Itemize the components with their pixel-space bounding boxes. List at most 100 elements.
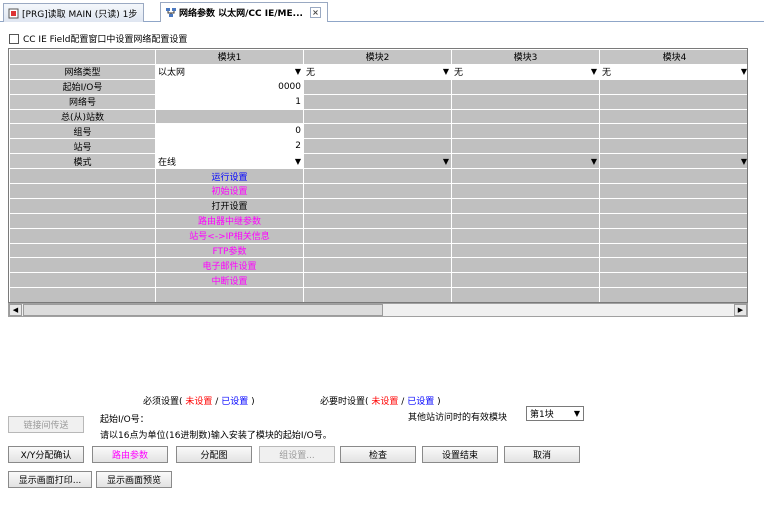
chevron-down-icon[interactable]: ▼ [741,157,747,166]
start-io-info-label: 起始I/O号： [100,415,149,425]
table-row: 打开设置 [9,197,747,214]
module2-network-no-cell [303,93,452,110]
interrupt-settings-link[interactable]: 中断设置 [155,272,304,289]
column-header-module4: 模块4 [599,49,747,65]
tab-network-params[interactable]: 网络参数 以太网/CC IE/ME... × [160,2,328,22]
row-label-group-no: 组号 [9,123,156,140]
email-settings-link[interactable]: 电子邮件设置 [155,257,304,274]
required-legend: 必须设置( 未设置 / 已设置 ) [143,394,255,407]
table-row: 网络类型 以太网 ▼ 无 ▼ 无 ▼ 无 ▼ [9,63,747,80]
preview-screen-button[interactable]: 显示画面预览 [96,471,172,488]
module4-network-type-value: 无 [602,68,612,79]
cancel-button[interactable]: 取消 [504,446,580,463]
router-relay-link[interactable]: 路由器中继参数 [155,212,304,229]
optional-legend: 必要时设置( 未设置 / 已设置 ) [320,394,441,407]
open-settings-link[interactable]: 打开设置 [155,197,304,214]
module2-mode-select[interactable]: ▼ [303,153,452,170]
scroll-left-icon[interactable]: ◀ [9,304,22,316]
module2-total-stations-cell [303,108,452,125]
tab-program-main[interactable]: [PRG]读取 MAIN (只读) 1步 [3,3,145,22]
row-label-mode: 模式 [9,153,156,170]
scrollbar-thumb[interactable] [23,304,383,316]
table-row: 运行设置 [9,168,747,185]
module1-station-no-input[interactable]: 2 [155,138,304,155]
module4-total-stations-cell [599,108,747,125]
module4-network-no-cell [599,93,747,110]
module2-group-no-cell [303,123,452,140]
module3-total-stations-cell [451,108,600,125]
module3-start-io-cell [451,78,600,95]
chevron-down-icon[interactable]: ▼ [591,157,597,166]
cc-ie-field-checkbox[interactable] [9,33,19,44]
module1-group-no-input[interactable]: 0 [155,123,304,140]
module2-start-io-cell [303,78,452,95]
row-label-network-type: 网络类型 [9,63,156,80]
chevron-down-icon[interactable]: ▼ [591,67,597,76]
initial-settings-link[interactable]: 初始设置 [155,183,304,199]
valid-module-value: 第1块 [530,410,554,420]
valid-module-select[interactable]: 第1块 ▼ [526,406,584,421]
assign-image-button[interactable]: 分配图 [176,446,252,463]
chevron-down-icon[interactable]: ▼ [295,157,301,166]
ftp-params-link[interactable]: FTP参数 [155,242,304,259]
row-label-station-no: 站号 [9,138,156,155]
module4-mode-select[interactable]: ▼ [599,153,747,170]
table-row: 起始I/O号 0000 [9,78,747,95]
operation-settings-link[interactable]: 运行设置 [155,168,304,185]
module3-network-type-select[interactable]: 无 ▼ [451,63,600,80]
module4-station-no-cell [599,138,747,155]
check-button[interactable]: 检查 [340,446,416,463]
grid-corner [9,49,156,65]
column-header-module3: 模块3 [451,49,600,65]
table-row: 站号<->IP相关信息 [9,227,747,244]
module1-network-type-select[interactable]: 以太网 ▼ [155,63,304,80]
tab-program-main-label: [PRG]读取 MAIN (只读) 1步 [22,9,138,20]
required-legend-sep: / [215,397,219,407]
optional-unset-label: 未设置 [371,397,399,407]
module1-total-stations-cell [155,108,304,125]
optional-legend-suffix: ) [437,397,441,407]
chevron-down-icon[interactable]: ▼ [295,67,301,76]
scroll-right-icon[interactable]: ▶ [734,304,747,316]
table-row: 模式 在线 ▼ ▼ ▼ ▼ [9,153,747,170]
tab-network-params-label: 网络参数 以太网/CC IE/ME... [179,9,303,19]
chevron-down-icon[interactable]: ▼ [443,67,449,76]
horizontal-scrollbar[interactable]: ◀ ▶ [8,303,748,317]
table-row: 网络号 1 [9,93,747,110]
module1-mode-select[interactable]: 在线 ▼ [155,153,304,170]
required-set-label: 已设置 [221,397,249,407]
module4-network-type-select[interactable]: 无 ▼ [599,63,747,80]
cc-ie-field-option[interactable]: CC IE Field配置窗口中设置网络配置设置 [9,32,187,45]
routing-params-button[interactable]: 路由参数 [92,446,168,463]
chevron-down-icon[interactable]: ▼ [741,67,747,76]
valid-module-label: 其他站访问时的有效模块 [408,413,508,423]
column-header-module1: 模块1 [155,49,304,65]
network-icon [165,7,176,18]
required-legend-suffix: ) [251,397,255,407]
module2-network-type-select[interactable]: 无 ▼ [303,63,452,80]
link-transfer-button[interactable]: 链接间传送 [8,416,84,433]
module1-start-io-input[interactable]: 0000 [155,78,304,95]
table-row: 总(从)站数 [9,108,747,125]
table-row: FTP参数 [9,242,747,259]
module3-station-no-cell [451,138,600,155]
setting-end-button[interactable]: 设置结束 [422,446,498,463]
module3-network-no-cell [451,93,600,110]
row-label-network-no: 网络号 [9,93,156,110]
module1-network-no-input[interactable]: 1 [155,93,304,110]
print-screen-button[interactable]: 显示画面打印... [8,471,92,488]
optional-legend-sep: / [401,397,405,407]
optional-set-label: 已设置 [407,397,435,407]
grid-header-row: 模块1 模块2 模块3 模块4 [9,49,747,65]
chevron-down-icon[interactable]: ▼ [443,157,449,166]
chevron-down-icon[interactable]: ▼ [574,409,580,418]
module4-group-no-cell [599,123,747,140]
close-icon[interactable]: × [309,7,321,18]
cc-ie-field-option-label: CC IE Field配置窗口中设置网络配置设置 [23,35,188,45]
table-row: 初始设置 [9,183,747,199]
xy-assign-button[interactable]: X/Y分配确认 [8,446,84,463]
station-ip-link[interactable]: 站号<->IP相关信息 [155,227,304,244]
module3-mode-select[interactable]: ▼ [451,153,600,170]
program-icon [8,8,19,19]
group-settings-button[interactable]: 组设置... [259,446,335,463]
